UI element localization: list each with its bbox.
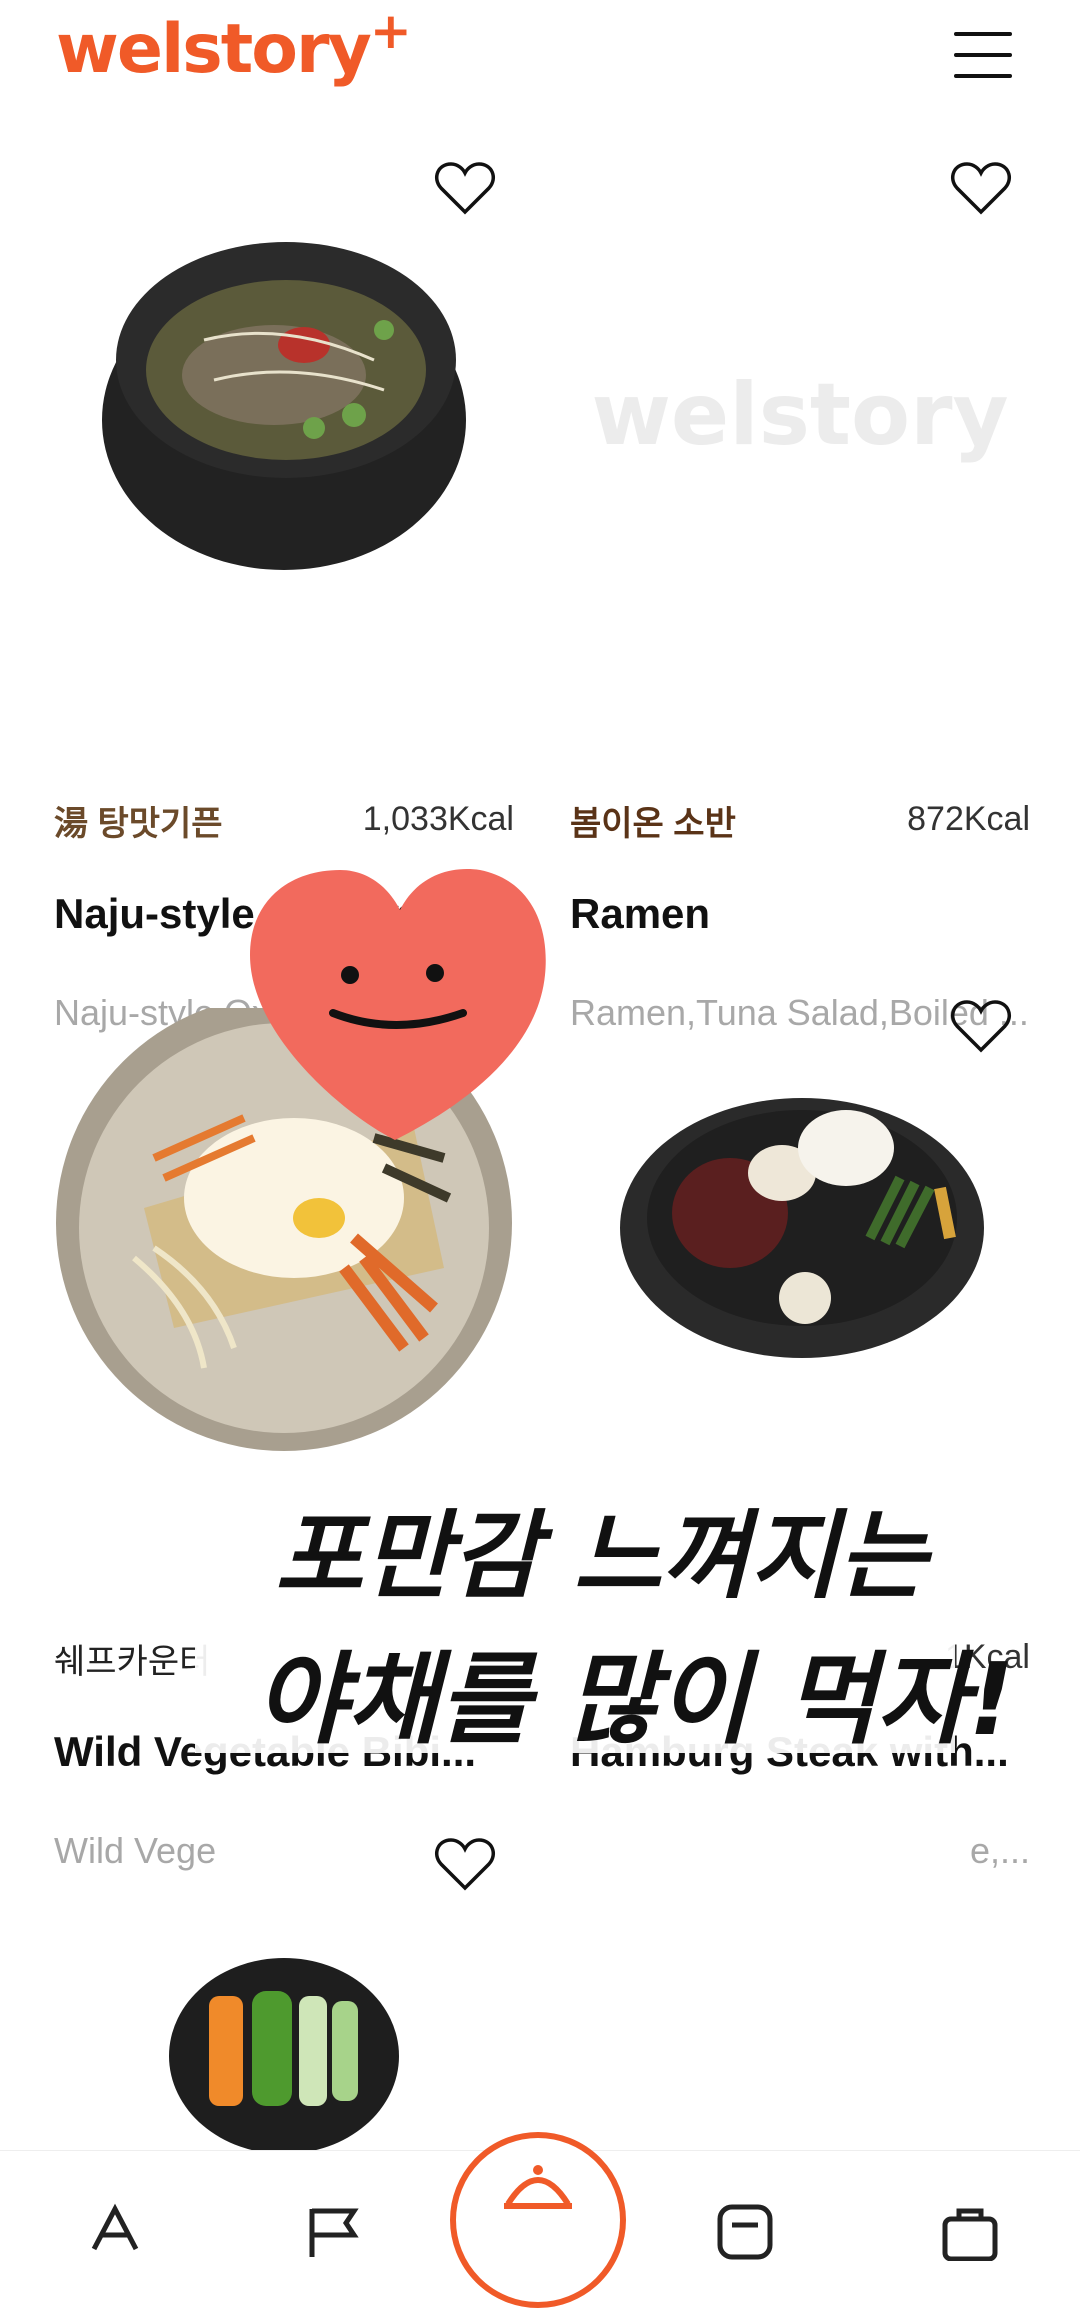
restaurant-brand-logo: 쉐프카운터 [54,1642,211,1681]
heart-outline-icon[interactable] [434,1836,496,1892]
hamburger-menu-icon[interactable] [950,30,1016,80]
menu-card-2[interactable]: welstory 봄이온 소반 872Kcal Ramen Ramen,Tuna… [570,160,1030,1033]
calorie-label: 1,033Kcal [362,800,514,838]
menu-card-1[interactable]: 湯 탕맛기픈 1,033Kcal Naju-style Ox Bone ... … [54,160,514,1033]
placeholder-image: welstory [570,170,1030,730]
welstory-logo[interactable]: welstory + [56,2,412,89]
heart-outline-icon[interactable] [434,160,496,216]
bag-icon[interactable] [935,2201,1005,2261]
restaurant-brand-logo: 湯 탕맛기픈 [54,804,223,843]
caption-line-1: 포만감 느껴지는 [275,1500,927,1612]
heart-outline-icon[interactable] [950,998,1012,1054]
heart-face-sticker [250,869,546,1140]
heart-outline-icon[interactable] [950,160,1012,216]
cloche-icon [504,2165,572,2209]
cloche-order-button[interactable] [450,2132,626,2308]
logo-text: welstory [56,10,372,89]
menu-description: e,... [969,1830,1030,1871]
menu-card-5[interactable] [54,1836,514,2156]
receipt-icon[interactable] [710,2201,780,2261]
font-icon[interactable] [80,2201,150,2261]
flag-icon[interactable] [300,2201,370,2261]
caption-overlay: 포만감 느껴지는 야채를 많이 먹자! [195,1458,1014,1758]
calorie-label: 872Kcal [907,800,1030,838]
logo-plus: + [369,2,412,60]
ox-bone-soup-image [102,242,466,570]
restaurant-brand-logo: 봄이온 소반 [570,804,736,843]
menu-name[interactable]: Ramen [570,890,1030,938]
pickled-vegetables-image [169,1958,399,2154]
caption-line-2: 야채를 많이 먹자! [255,1641,1015,1758]
app-header: welstory + [0,0,1080,130]
placeholder-logo-text: welstory [591,365,1009,465]
